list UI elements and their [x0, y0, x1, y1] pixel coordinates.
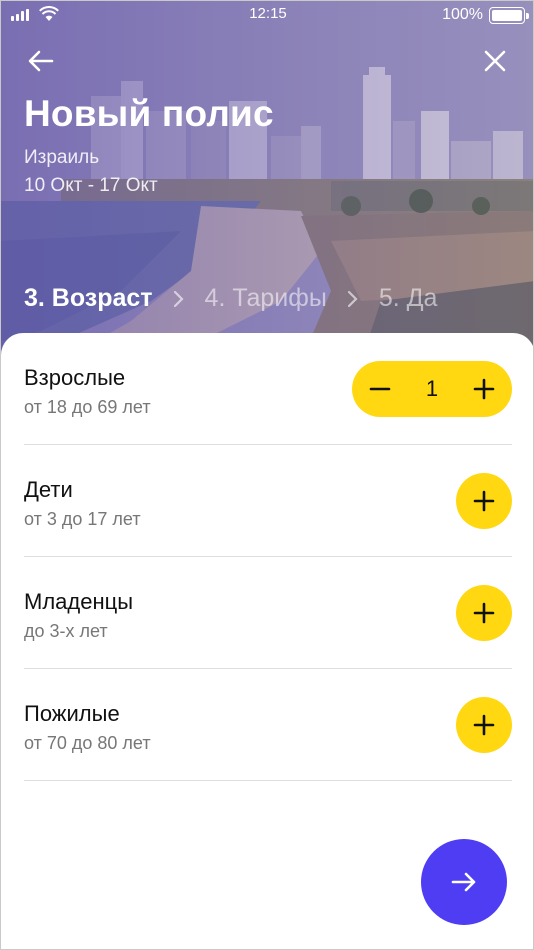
- destination-country: Израиль: [24, 147, 100, 168]
- traveler-age-range: от 70 до 80 лет: [24, 733, 151, 753]
- status-bar: 12:15 100%: [1, 1, 533, 29]
- battery-fill: [492, 10, 522, 21]
- plus-icon: [473, 714, 495, 736]
- plus-icon: [473, 602, 495, 624]
- increment-button[interactable]: [470, 375, 498, 403]
- adults-count: 1: [425, 376, 439, 401]
- hero-banner: 12:15 100% Новый полис Израиль 10 Окт - …: [1, 1, 533, 361]
- step-progress: 3. Возраст 4. Тарифы 5. Да: [24, 284, 437, 313]
- plus-icon: [473, 378, 495, 400]
- trip-dates: 10 Окт - 17 Окт: [24, 175, 158, 196]
- app-screen: 12:15 100% Новый полис Израиль 10 Окт - …: [0, 0, 534, 950]
- decrement-button[interactable]: [366, 375, 394, 403]
- add-infants-button[interactable]: [456, 585, 512, 641]
- traveler-row-infants: Младенцы до 3-х лет: [24, 557, 512, 669]
- step-tariffs[interactable]: 4. Тарифы: [205, 284, 327, 313]
- close-button[interactable]: [479, 45, 511, 77]
- traveler-label: Взрослые: [24, 365, 126, 390]
- add-seniors-button[interactable]: [456, 697, 512, 753]
- traveler-row-seniors: Пожилые от 70 до 80 лет: [24, 669, 512, 781]
- chevron-right-icon: [173, 290, 185, 308]
- step-next[interactable]: 5. Да: [379, 284, 438, 313]
- minus-icon: [369, 387, 391, 391]
- traveler-label: Младенцы: [24, 589, 134, 614]
- traveler-age-range: от 18 до 69 лет: [24, 397, 151, 417]
- traveler-label: Пожилые: [24, 701, 120, 726]
- traveler-row-adults: Взрослые от 18 до 69 лет 1: [24, 333, 512, 445]
- battery-icon: [489, 7, 529, 24]
- chevron-right-icon: [347, 290, 359, 308]
- arrow-right-icon: [451, 872, 476, 892]
- plus-icon: [473, 490, 495, 512]
- traveler-label: Дети: [24, 477, 73, 502]
- battery-percent: 100%: [442, 6, 483, 23]
- close-icon: [484, 50, 506, 72]
- add-children-button[interactable]: [456, 473, 512, 529]
- traveler-age-range: от 3 до 17 лет: [24, 509, 141, 529]
- step-age[interactable]: 3. Возраст: [24, 284, 153, 313]
- traveler-row-children: Дети от 3 до 17 лет: [24, 445, 512, 557]
- adults-count-stepper: 1: [352, 361, 512, 417]
- back-button[interactable]: [25, 45, 57, 77]
- arrow-left-icon: [28, 50, 54, 72]
- page-title: Новый полис: [24, 93, 274, 134]
- traveler-age-range: до 3-х лет: [24, 621, 108, 641]
- next-button[interactable]: [421, 839, 507, 925]
